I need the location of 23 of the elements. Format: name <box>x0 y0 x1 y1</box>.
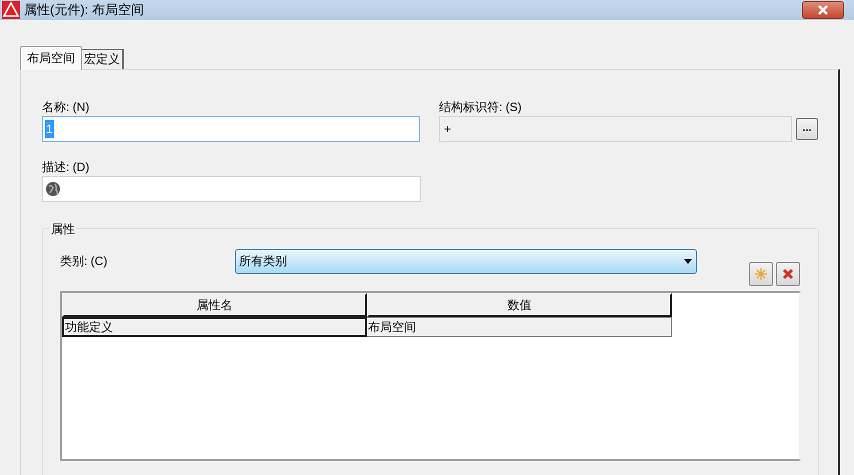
close-icon <box>817 4 829 15</box>
sparkle-icon <box>755 268 767 280</box>
identifier-field[interactable]: + <box>439 116 792 142</box>
column-header[interactable]: 属性名 <box>62 292 367 316</box>
field-label: 名称: (N) <box>42 98 90 116</box>
window-title: 属性(元件): 布局空间 <box>24 1 144 19</box>
delete-button[interactable] <box>776 262 800 286</box>
tab[interactable]: 宏定义 <box>82 48 124 68</box>
delete-icon <box>782 268 794 280</box>
category-dropdown[interactable]: 所有类别 <box>235 248 697 274</box>
warning-icon <box>2 0 20 19</box>
column-header[interactable]: 数值 <box>367 292 672 316</box>
table-cell: 功能定义 <box>62 316 367 336</box>
table-cell: 布局空间 <box>367 316 672 336</box>
browse-button[interactable]: ... <box>796 118 818 140</box>
description-field[interactable] <box>42 176 421 202</box>
tab[interactable]: 布局空间 <box>20 46 82 70</box>
category-label: 类别: (C) <box>60 253 108 270</box>
field-label: 结构标识符: (S) <box>439 98 523 116</box>
add-button[interactable] <box>749 262 773 286</box>
close-button[interactable] <box>802 0 844 19</box>
field-label: 描述: (D) <box>42 158 90 176</box>
dropdown-arrow-icon <box>684 258 692 264</box>
